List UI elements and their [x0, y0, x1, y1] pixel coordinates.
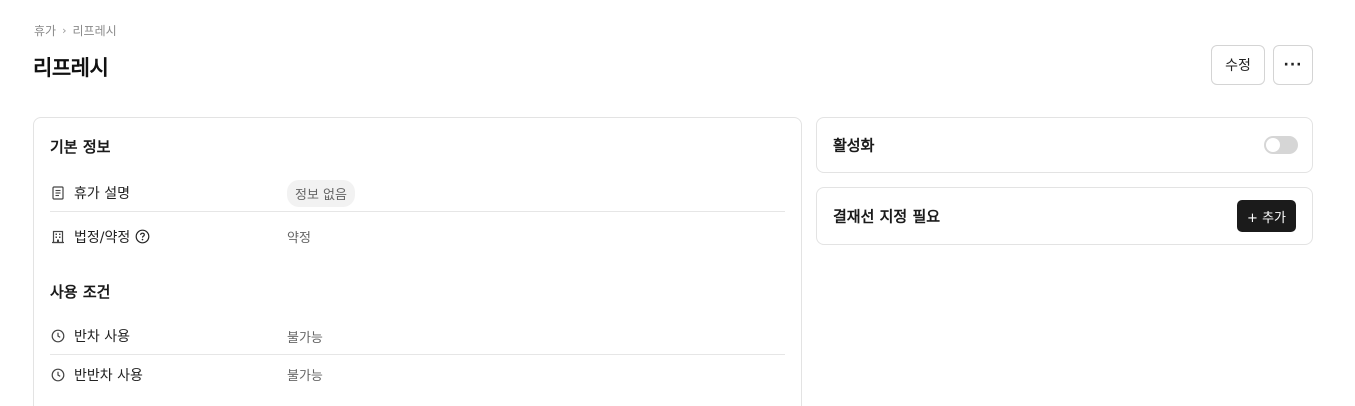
activation-title: 활성화: [833, 136, 875, 155]
usage-conditions-title: 사용 조건: [50, 283, 111, 301]
row-legal-type: 법정/약정 약정: [50, 218, 785, 255]
half-day-value: 불가능: [287, 330, 323, 346]
add-approval-button[interactable]: + 추가: [1237, 200, 1296, 232]
header-actions: 수정 ···: [1211, 45, 1313, 85]
more-options-button[interactable]: ···: [1273, 45, 1313, 85]
activation-card: 활성화: [816, 117, 1313, 173]
clock-icon: [50, 367, 66, 383]
approval-title: 결재선 지정 필요: [833, 207, 941, 226]
toggle-knob: [1266, 138, 1280, 152]
legal-type-value: 약정: [287, 231, 311, 246]
quarter-day-value: 불가능: [287, 369, 323, 384]
row-half-day: 반차 사용 불가능: [50, 318, 785, 355]
clock-icon: [50, 328, 66, 344]
info-card: 기본 정보 휴가 설명 정보 없음 법정/약정 약정 사용 조건 반차 사용 불…: [33, 117, 802, 406]
question-icon[interactable]: [134, 229, 150, 245]
edit-button[interactable]: 수정: [1211, 45, 1265, 85]
activation-toggle[interactable]: [1264, 136, 1298, 154]
breadcrumb-current: 리프레시: [72, 24, 117, 38]
row-label: 반반차 사용: [74, 367, 143, 384]
row-quarter-day: 반반차 사용 불가능: [50, 356, 785, 393]
row-label: 휴가 설명: [74, 186, 130, 202]
approval-card: 결재선 지정 필요 + 추가: [816, 187, 1313, 245]
page-title: 리프레시: [33, 56, 109, 80]
document-icon: [50, 185, 66, 201]
row-label: 법정/약정: [74, 229, 131, 246]
description-value: 정보 없음: [287, 179, 355, 207]
building-icon: [50, 229, 66, 245]
row-label: 반차 사용: [74, 329, 130, 345]
row-description: 휴가 설명 정보 없음: [50, 175, 785, 212]
breadcrumb-parent[interactable]: 휴가: [34, 22, 56, 39]
basic-info-title: 기본 정보: [50, 138, 111, 156]
breadcrumb: 휴가 › 리프레시: [34, 22, 117, 39]
chevron-right-icon: ›: [62, 24, 67, 37]
